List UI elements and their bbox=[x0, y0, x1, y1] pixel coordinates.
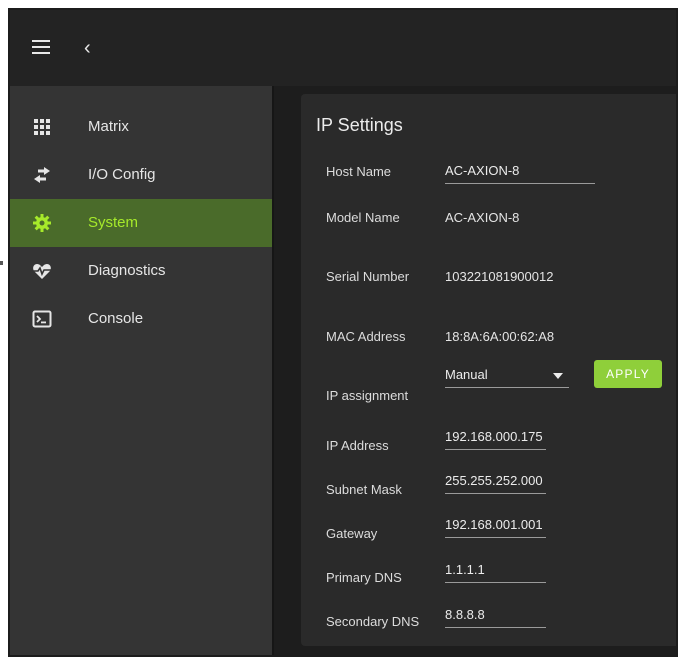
app-window: ‹ Matrix I/O Config System Diagnostics C… bbox=[8, 8, 678, 657]
secondary-dns-label: Secondary DNS bbox=[326, 614, 420, 629]
ip-settings-card: IP Settings Host Name AC-AXION-8 Model N… bbox=[301, 94, 676, 646]
sidebar-item-diagnostics[interactable]: Diagnostics bbox=[10, 247, 272, 295]
gateway-field[interactable]: 192.168.001.001 bbox=[445, 516, 546, 538]
subnet-mask-label: Subnet Mask bbox=[326, 482, 402, 497]
secondary-dns-field[interactable]: 8.8.8.8 bbox=[445, 606, 546, 628]
serial-number-label: Serial Number bbox=[326, 269, 410, 284]
ip-address-field[interactable]: 192.168.000.175 bbox=[445, 428, 546, 450]
ip-address-label: IP Address bbox=[326, 438, 389, 453]
chevron-left-icon[interactable]: ‹ bbox=[84, 38, 100, 58]
sidebar-item-console[interactable]: Console bbox=[10, 295, 272, 343]
sidebar-item-system[interactable]: System bbox=[10, 199, 272, 247]
primary-dns-label: Primary DNS bbox=[326, 570, 402, 585]
apply-button[interactable]: APPLY bbox=[594, 360, 662, 388]
sidebar-item-label: I/O Config bbox=[88, 166, 156, 183]
sidebar-item-label: Diagnostics bbox=[88, 262, 166, 279]
edge-mark bbox=[0, 261, 3, 265]
gear-icon bbox=[33, 214, 51, 232]
main-content: IP Settings Host Name AC-AXION-8 Model N… bbox=[274, 86, 676, 655]
dropdown-arrow-icon bbox=[553, 373, 563, 379]
host-name-field[interactable]: AC-AXION-8 bbox=[445, 162, 595, 184]
ip-assignment-label: IP assignment bbox=[326, 388, 409, 403]
model-name-label: Model Name bbox=[326, 210, 400, 225]
sidebar-item-io-config[interactable]: I/O Config bbox=[10, 151, 272, 199]
sidebar-item-label: Console bbox=[88, 310, 144, 327]
gateway-label: Gateway bbox=[326, 526, 378, 541]
heartbeat-icon bbox=[33, 264, 51, 279]
terminal-icon bbox=[32, 310, 52, 328]
sidebar-item-label: System bbox=[88, 214, 139, 231]
hamburger-menu-icon[interactable] bbox=[32, 40, 52, 56]
model-name-value: AC-AXION-8 bbox=[445, 210, 520, 225]
top-app-bar: ‹ bbox=[10, 10, 676, 86]
subnet-mask-field[interactable]: 255.255.252.000 bbox=[445, 472, 546, 494]
sidebar-item-matrix[interactable]: Matrix bbox=[10, 103, 272, 151]
mac-address-value: 18:8A:6A:00:62:A8 bbox=[445, 329, 555, 344]
card-title: IP Settings bbox=[316, 115, 403, 135]
ip-assignment-select[interactable]: Manual bbox=[445, 364, 569, 388]
mac-address-label: MAC Address bbox=[326, 329, 406, 344]
serial-number-value: 103221081900012 bbox=[445, 269, 554, 284]
host-name-label: Host Name bbox=[326, 164, 392, 179]
sidebar-item-label: Matrix bbox=[88, 118, 129, 135]
primary-dns-field[interactable]: 1.1.1.1 bbox=[445, 561, 546, 583]
grid-icon bbox=[34, 119, 50, 135]
sidebar: Matrix I/O Config System Diagnostics Con… bbox=[10, 86, 272, 655]
swap-arrows-icon bbox=[34, 167, 50, 183]
